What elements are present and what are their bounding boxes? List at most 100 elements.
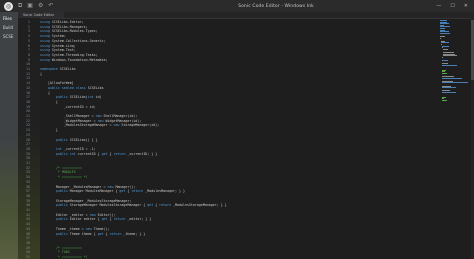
code-text: Theme _theme = new Theme(); bbox=[40, 226, 110, 231]
minimap-line bbox=[443, 48, 448, 50]
line-number: 45 bbox=[26, 226, 30, 231]
line-number: 48 bbox=[26, 240, 30, 245]
code-text: public Theme theme { get { return _theme… bbox=[55, 231, 146, 236]
minimap-line bbox=[440, 32, 451, 34]
save-icon[interactable]: ▣ bbox=[27, 0, 33, 12]
line-number: 40 bbox=[26, 203, 30, 208]
code-editor[interactable]: 1 using SCSELibs.Editor; 2 using SCSELibs.M… bbox=[18, 18, 438, 259]
minimize-icon[interactable]: — bbox=[436, 0, 441, 12]
code-text: int _currentID = -1; bbox=[55, 146, 96, 151]
minimap-line bbox=[442, 100, 447, 101]
minimap[interactable] bbox=[440, 18, 470, 259]
line-number: 51 bbox=[26, 255, 30, 259]
line-number: 1 bbox=[28, 20, 30, 24]
line-number: 22 bbox=[26, 118, 30, 123]
line-number: 49 bbox=[26, 245, 30, 250]
undo-icon[interactable]: ↶ bbox=[48, 0, 53, 12]
code-text: using SCSELibs.Editor; bbox=[40, 20, 84, 24]
code-text: using Windows.Foundation.Metadata; bbox=[40, 57, 108, 62]
line-number: 26 bbox=[26, 137, 30, 142]
minimap-line bbox=[442, 82, 468, 84]
line-number: 37 bbox=[26, 189, 30, 194]
minimap-line bbox=[442, 45, 449, 47]
line-number: 19 bbox=[26, 104, 30, 109]
code-text: } bbox=[40, 128, 58, 133]
line-number: 36 bbox=[26, 184, 30, 189]
line-number: 33 bbox=[26, 170, 30, 175]
code-text: _ModulesStorageManager = new StorageMana… bbox=[40, 123, 160, 128]
open-icon[interactable]: ⧉ bbox=[18, 0, 22, 12]
code-text: public SCSELibs() { } bbox=[55, 137, 98, 142]
code-text: Editor _editor = new Editor(); bbox=[40, 212, 116, 217]
app-logo-icon[interactable]: ◎ bbox=[4, 1, 13, 11]
code-text: /* ========== bbox=[40, 245, 82, 250]
line-number: 46 bbox=[26, 231, 30, 236]
line-number: 27 bbox=[26, 142, 30, 147]
title-bar-toolbar: ◎ ⧉ ▣ ⚙ ↶ bbox=[0, 0, 124, 12]
close-icon[interactable]: ✕ bbox=[464, 0, 468, 12]
line-number: 3 bbox=[28, 29, 30, 34]
line-number: 44 bbox=[26, 222, 30, 227]
code-text: public SCSELibs(int id) bbox=[55, 95, 102, 100]
line-number: 28 bbox=[26, 146, 30, 151]
minimap-line bbox=[442, 64, 458, 66]
minimap-line bbox=[443, 55, 458, 57]
line-number: 4 bbox=[28, 34, 30, 39]
line-number: 6 bbox=[28, 43, 30, 48]
line-number: 39 bbox=[26, 198, 30, 203]
line-number: 43 bbox=[26, 217, 30, 222]
code-text: _ShellManager = new ShellManager(id); bbox=[40, 114, 138, 118]
code-text: using System; bbox=[40, 34, 66, 39]
code-text: using System.Linq; bbox=[40, 43, 76, 48]
title-bar: ◎ ⧉ ▣ ⚙ ↶ Sonic Code Editor - Windows In… bbox=[0, 0, 474, 12]
code-text: * MODULES bbox=[40, 170, 76, 175]
line-number: 7 bbox=[28, 48, 30, 53]
minimap-line bbox=[442, 60, 449, 61]
line-number: 10 bbox=[26, 62, 30, 67]
code-text: Manager _ModulesManager = new Manager(); bbox=[40, 184, 136, 189]
window-title: Sonic Code Editor - Windows Ink bbox=[238, 3, 314, 9]
line-number: 14 bbox=[26, 81, 30, 86]
line-number: 11 bbox=[26, 67, 30, 71]
line-number: 12 bbox=[26, 71, 30, 76]
line-number: 20 bbox=[26, 109, 30, 114]
code-text: public StorageManager ModulesStorageMana… bbox=[55, 203, 227, 208]
code-text: using System.Text; bbox=[40, 48, 76, 53]
code-text: * ========== */ bbox=[40, 175, 88, 180]
line-number: 41 bbox=[26, 208, 30, 212]
line-number: 5 bbox=[28, 38, 30, 43]
code-text: { bbox=[40, 90, 50, 95]
line-number: 9 bbox=[28, 57, 30, 62]
line-number: 42 bbox=[26, 212, 30, 217]
sidebar-item-build[interactable]: Build bbox=[0, 23, 18, 32]
code-text: public sealed class SCSELibs bbox=[47, 85, 104, 90]
line-number: 31 bbox=[26, 161, 30, 165]
line-number: 17 bbox=[26, 95, 30, 100]
sidebar: Files Build SCSE bbox=[0, 12, 18, 259]
line-number: 15 bbox=[26, 85, 30, 90]
code-text: public Editor editor { get { return _edi… bbox=[55, 217, 152, 222]
sidebar-item-scse[interactable]: SCSE bbox=[0, 32, 18, 41]
line-number: 18 bbox=[26, 99, 30, 104]
line-number: 38 bbox=[26, 193, 30, 198]
line-number: 34 bbox=[26, 175, 30, 180]
minimap-line bbox=[440, 36, 446, 37]
code-text: public Manager ModulesManager { get { re… bbox=[55, 189, 185, 194]
line-number: 25 bbox=[26, 132, 30, 137]
settings-icon[interactable]: ⚙ bbox=[38, 0, 43, 12]
code-text: public int currentID { get { return _cur… bbox=[55, 151, 158, 156]
code-text: { bbox=[40, 71, 42, 76]
minimap-line bbox=[442, 72, 447, 74]
sidebar-background bbox=[0, 139, 18, 259]
sidebar-item-files[interactable]: Files bbox=[0, 14, 18, 23]
line-number: 23 bbox=[26, 123, 30, 128]
line-number: 30 bbox=[26, 156, 30, 161]
code-text: * ========== */ bbox=[40, 255, 88, 259]
maximize-icon[interactable]: ☐ bbox=[450, 0, 454, 12]
code-text: * TABS bbox=[40, 250, 70, 255]
minimap-line bbox=[441, 42, 450, 44]
minimap-line bbox=[442, 87, 457, 89]
window-controls: — ☐ ✕ bbox=[428, 0, 474, 12]
code-text: _WidgetManager = new WidgetManager(id); bbox=[40, 118, 142, 123]
line-number: 32 bbox=[26, 165, 30, 170]
